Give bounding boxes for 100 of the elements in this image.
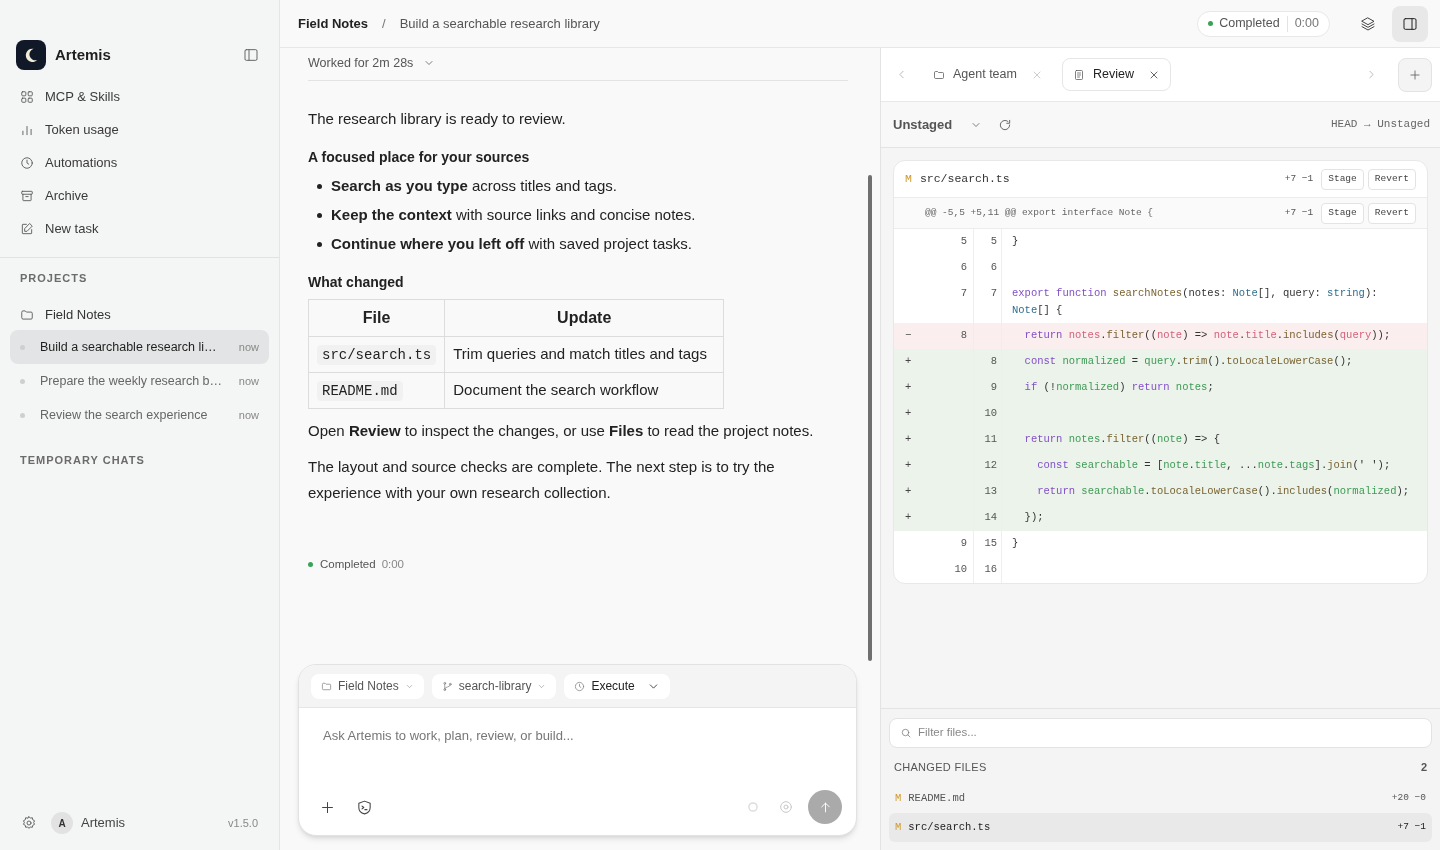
diff-action-button[interactable]: Stage bbox=[1321, 202, 1364, 224]
task-item[interactable]: Build a searchable research li… now bbox=[10, 330, 269, 364]
branch-icon bbox=[441, 680, 453, 692]
task-item[interactable]: Review the search experience now bbox=[10, 398, 269, 432]
file-count: 2 bbox=[1420, 759, 1427, 775]
line-number: 5 bbox=[960, 234, 967, 249]
prompt-input[interactable]: Ask Artemis to work, plan, review, or build... bbox=[299, 708, 856, 783]
panel-tab[interactable]: Agent team bbox=[922, 58, 1054, 91]
grid-icon bbox=[20, 89, 34, 104]
status-label: Completed bbox=[1219, 15, 1280, 33]
settings-button[interactable] bbox=[21, 815, 37, 831]
archive-icon bbox=[20, 188, 34, 203]
panel-tab[interactable]: Review bbox=[1061, 58, 1171, 91]
panel-toggle-button[interactable] bbox=[1392, 5, 1428, 42]
file-path: src/search.ts bbox=[919, 171, 1010, 188]
bullet-icon bbox=[317, 242, 322, 247]
code-line: const normalized = query.trim().toLocaleLowerCase(); bbox=[1023, 355, 1353, 367]
breadcrumb-separator: / bbox=[382, 14, 386, 33]
diff-action-button[interactable]: Revert bbox=[1367, 168, 1416, 190]
selector-chip[interactable]: Field Notes bbox=[311, 673, 424, 699]
selector-chip[interactable]: Execute bbox=[564, 673, 670, 699]
nav-item[interactable]: New task bbox=[10, 212, 269, 245]
diff-sign: + bbox=[905, 510, 912, 525]
list-item-text: Keep the context with source links and concise notes. bbox=[331, 205, 696, 226]
code-line: export function searchNotes(notes: Note[], query: string): Note[] { bbox=[1012, 287, 1379, 316]
scrollbar-thumb[interactable] bbox=[868, 175, 872, 661]
column-header: File bbox=[308, 299, 445, 337]
line-number: 12 bbox=[984, 459, 997, 471]
line-number: 11 bbox=[984, 433, 997, 445]
new-tab-button[interactable] bbox=[1398, 57, 1432, 92]
user-avatar: A bbox=[51, 812, 73, 834]
document-icon bbox=[1072, 68, 1085, 81]
message-composer[interactable]: Field Notes search-library Execute Ask Artemis to work, plan, review, or build... bbox=[298, 664, 857, 836]
nav-item[interactable]: Archive bbox=[10, 179, 269, 212]
clock-icon bbox=[20, 155, 34, 170]
settings-icon bbox=[21, 815, 37, 831]
diff-sign: − bbox=[905, 328, 912, 343]
code-line: const searchable = [note.title, ...note.tags].join(' '); bbox=[1036, 459, 1391, 471]
scope-dropdown[interactable]: Unstaged bbox=[893, 114, 983, 135]
message-paragraph: The research library is ready to review. bbox=[308, 109, 567, 129]
panel-icon bbox=[1402, 15, 1418, 32]
selector-chip[interactable]: search-library bbox=[431, 673, 557, 699]
task-time: now bbox=[238, 373, 259, 389]
filter-field[interactable]: Filter files... bbox=[889, 718, 1432, 748]
sandbox-button[interactable] bbox=[356, 798, 373, 816]
line-number: 10 bbox=[954, 562, 967, 577]
breadcrumb-item[interactable]: Field Notes bbox=[298, 13, 369, 34]
list-item-text: Search as you type across titles and tags. bbox=[331, 176, 617, 197]
task-item[interactable]: Prepare the weekly research b… now bbox=[10, 364, 269, 398]
folder-icon bbox=[933, 68, 945, 81]
diff-stats: +7 −1 bbox=[1284, 171, 1314, 186]
diff-sign: + bbox=[905, 458, 912, 473]
worked-toggle[interactable]: Worked for 2m 28s bbox=[308, 48, 848, 81]
line-number: 8 bbox=[990, 355, 997, 367]
line-number: 7 bbox=[960, 286, 967, 301]
diff-sign: + bbox=[905, 354, 912, 369]
line-number: 16 bbox=[984, 563, 997, 575]
shield-terminal-icon bbox=[356, 798, 373, 816]
code-line: return notes.filter((note) => { bbox=[1023, 433, 1220, 445]
diff-sign: + bbox=[905, 380, 912, 395]
project-item[interactable]: Field Notes bbox=[10, 300, 269, 330]
changed-file-item[interactable]: M src/search.ts +7 −1 bbox=[889, 813, 1432, 842]
folder-icon bbox=[321, 680, 332, 692]
code-line: }); bbox=[1023, 511, 1044, 523]
line-number: 15 bbox=[984, 537, 997, 549]
circle-icon bbox=[746, 800, 760, 814]
table-cell: Trim queries and match titles and tags bbox=[453, 345, 707, 363]
status-time: 0:00 bbox=[1294, 15, 1319, 33]
diff-action-button[interactable]: Revert bbox=[1367, 202, 1416, 224]
bullet-icon bbox=[317, 184, 322, 189]
file-status: M bbox=[905, 171, 912, 188]
changed-file-item[interactable]: M README.md +20 −0 bbox=[889, 784, 1432, 813]
line-number: 14 bbox=[984, 511, 997, 523]
task-time: now bbox=[238, 407, 259, 423]
target-icon bbox=[778, 799, 794, 815]
comparison-label: HEAD → Unstaged bbox=[1330, 117, 1430, 133]
section-heading: TEMPORARY CHATS bbox=[19, 453, 146, 468]
refresh-button[interactable] bbox=[998, 117, 1013, 132]
send-button[interactable] bbox=[808, 790, 842, 824]
hunk-header: @@ -5,5 +5,11 @@ export interface Note { bbox=[925, 205, 1154, 220]
code-line: if (!normalized) return notes; bbox=[1023, 381, 1214, 393]
folder-icon bbox=[20, 308, 34, 322]
code-line: } bbox=[1012, 537, 1019, 549]
line-number: 9 bbox=[960, 536, 967, 551]
plus-icon bbox=[1408, 67, 1422, 82]
filter-input[interactable]: Filter files... bbox=[918, 724, 1421, 742]
line-number: 13 bbox=[984, 485, 997, 497]
diff-action-button[interactable]: Stage bbox=[1321, 168, 1364, 190]
sidebar-toggle-button[interactable] bbox=[243, 47, 259, 63]
line-number: 7 bbox=[990, 287, 997, 299]
line-number: 6 bbox=[990, 261, 997, 273]
status-label: Completed bbox=[320, 557, 376, 572]
sidebar-toggle-icon bbox=[243, 47, 259, 63]
code-line: return notes.filter((note) => note.title.includes(query)); bbox=[1023, 329, 1391, 341]
nav-item[interactable]: Automations bbox=[10, 146, 269, 179]
nav-item[interactable]: Token usage bbox=[10, 113, 269, 146]
app-logo bbox=[16, 40, 46, 70]
code-line: } bbox=[1012, 235, 1019, 247]
layers-icon bbox=[1360, 15, 1376, 32]
nav-item[interactable]: MCP & Skills bbox=[10, 80, 269, 113]
